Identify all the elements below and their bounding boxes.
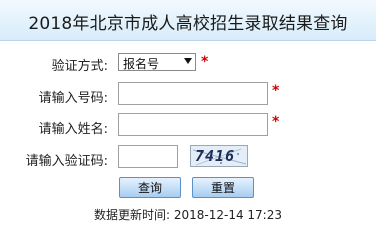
update-time: 数据更新时间: 2018-12-14 17:23 bbox=[0, 206, 376, 223]
required-mark: * bbox=[272, 83, 280, 99]
query-button[interactable]: 查询 bbox=[119, 177, 181, 198]
required-mark: * bbox=[201, 54, 209, 70]
reset-button[interactable]: 重置 bbox=[192, 177, 254, 198]
page-header: 2018年北京市成人高校招生录取结果查询 bbox=[0, 0, 376, 41]
number-input[interactable] bbox=[118, 82, 268, 105]
method-select[interactable]: 报名号 bbox=[118, 53, 196, 71]
captcha-text: 7416 bbox=[195, 147, 236, 165]
name-input[interactable] bbox=[118, 113, 268, 136]
code-input[interactable] bbox=[118, 145, 178, 168]
required-mark: * bbox=[272, 114, 280, 130]
name-label: 请输入姓名: bbox=[38, 122, 108, 137]
update-time-value: 2018-12-14 17:23 bbox=[173, 208, 282, 222]
page-title: 2018年北京市成人高校招生录取结果查询 bbox=[28, 14, 348, 34]
method-select-value: 报名号 bbox=[123, 57, 160, 71]
code-label: 请输入验证码: bbox=[25, 154, 108, 169]
captcha-image[interactable]: 7416 bbox=[190, 145, 248, 167]
update-time-label: 数据更新时间: bbox=[93, 208, 171, 222]
number-label: 请输入号码: bbox=[38, 91, 108, 106]
chevron-down-icon bbox=[184, 58, 192, 64]
method-label: 验证方式: bbox=[51, 59, 108, 74]
